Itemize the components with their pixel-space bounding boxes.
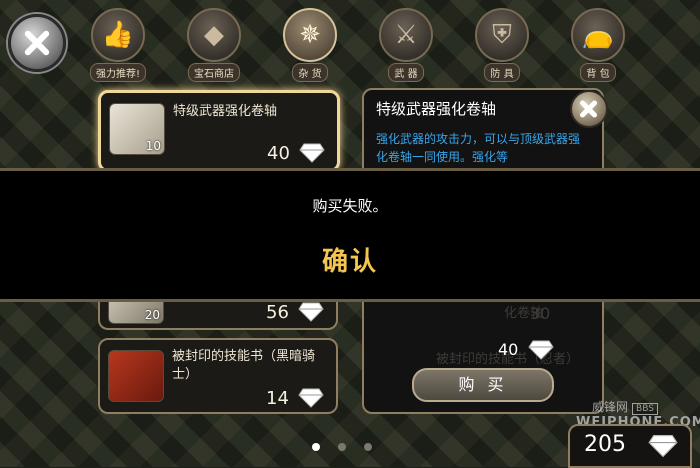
tab-label: 宝石商店 bbox=[188, 63, 240, 82]
detail-description: 强化武器的攻击力，可以与顶级武器强化卷轴一同使用。强化等 bbox=[376, 132, 581, 164]
gem-balance: 205 bbox=[568, 424, 692, 468]
item-quantity: 20 bbox=[144, 308, 160, 322]
compass-icon: ✵ bbox=[283, 8, 337, 62]
shop-item-card[interactable]: 被封印的技能书（黑暗骑士） 14 bbox=[98, 338, 338, 414]
diamond-icon bbox=[298, 388, 324, 408]
item-price: 56 bbox=[266, 302, 289, 323]
sword-icon: ⚔ bbox=[379, 8, 433, 62]
page-indicator bbox=[312, 436, 390, 455]
page-dot[interactable] bbox=[364, 443, 372, 451]
tab-gem-shop[interactable]: ◆ 宝石商店 bbox=[182, 8, 246, 82]
detail-title: 特级武器强化卷轴 bbox=[376, 100, 497, 118]
watermark-bbs: BBS bbox=[632, 403, 658, 415]
confirm-button[interactable]: 确认 bbox=[0, 241, 700, 278]
balance-value: 205 bbox=[584, 432, 626, 457]
tab-label: 武 器 bbox=[388, 63, 424, 82]
diamond-icon bbox=[648, 435, 678, 458]
background-item-price: 30 bbox=[530, 304, 551, 323]
tab-label: 强力推荐! bbox=[89, 63, 146, 82]
buy-button[interactable]: 购 买 bbox=[412, 368, 554, 402]
watermark-cn: 威锋网 bbox=[592, 400, 629, 414]
item-price: 14 bbox=[266, 388, 289, 409]
close-detail-button[interactable] bbox=[570, 90, 608, 128]
bag-icon: 👝 bbox=[571, 8, 625, 62]
page-dot[interactable] bbox=[312, 443, 320, 451]
dialog-message: 购买失败。 bbox=[312, 197, 388, 215]
diamond-icon bbox=[299, 143, 325, 163]
item-price: 40 bbox=[267, 143, 290, 164]
close-shop-button[interactable] bbox=[8, 14, 66, 72]
tab-armor[interactable]: ⛨ 防 具 bbox=[470, 8, 534, 82]
item-name: 被封印的技能书（黑暗骑士） bbox=[172, 349, 316, 382]
tab-recommended[interactable]: 👍 强力推荐! bbox=[86, 8, 150, 82]
tab-weapons[interactable]: ⚔ 武 器 bbox=[374, 8, 438, 82]
item-name: 特级武器强化卷轴 bbox=[173, 104, 278, 119]
diamond-icon bbox=[298, 302, 324, 322]
detail-price: 40 bbox=[498, 340, 519, 359]
thumbs-up-icon: 👍 bbox=[91, 8, 145, 62]
tab-label: 背 包 bbox=[580, 63, 616, 82]
purchase-failed-dialog: 购买失败。 确认 bbox=[0, 168, 700, 302]
skill-book-icon bbox=[108, 350, 164, 402]
scroll-icon: 10 bbox=[109, 103, 165, 155]
tab-misc[interactable]: ✵ 杂 货 bbox=[278, 8, 342, 82]
tab-label: 防 具 bbox=[484, 63, 520, 82]
diamond-icon: ◆ bbox=[187, 8, 241, 62]
tab-label: 杂 货 bbox=[292, 63, 328, 82]
tab-bag[interactable]: 👝 背 包 bbox=[566, 8, 630, 82]
diamond-icon bbox=[528, 340, 554, 360]
shop-item-card[interactable]: 10 特级武器强化卷轴 40 bbox=[98, 90, 340, 172]
shield-icon: ⛨ bbox=[475, 8, 529, 62]
item-quantity: 10 bbox=[145, 139, 161, 153]
page-dot[interactable] bbox=[338, 443, 346, 451]
